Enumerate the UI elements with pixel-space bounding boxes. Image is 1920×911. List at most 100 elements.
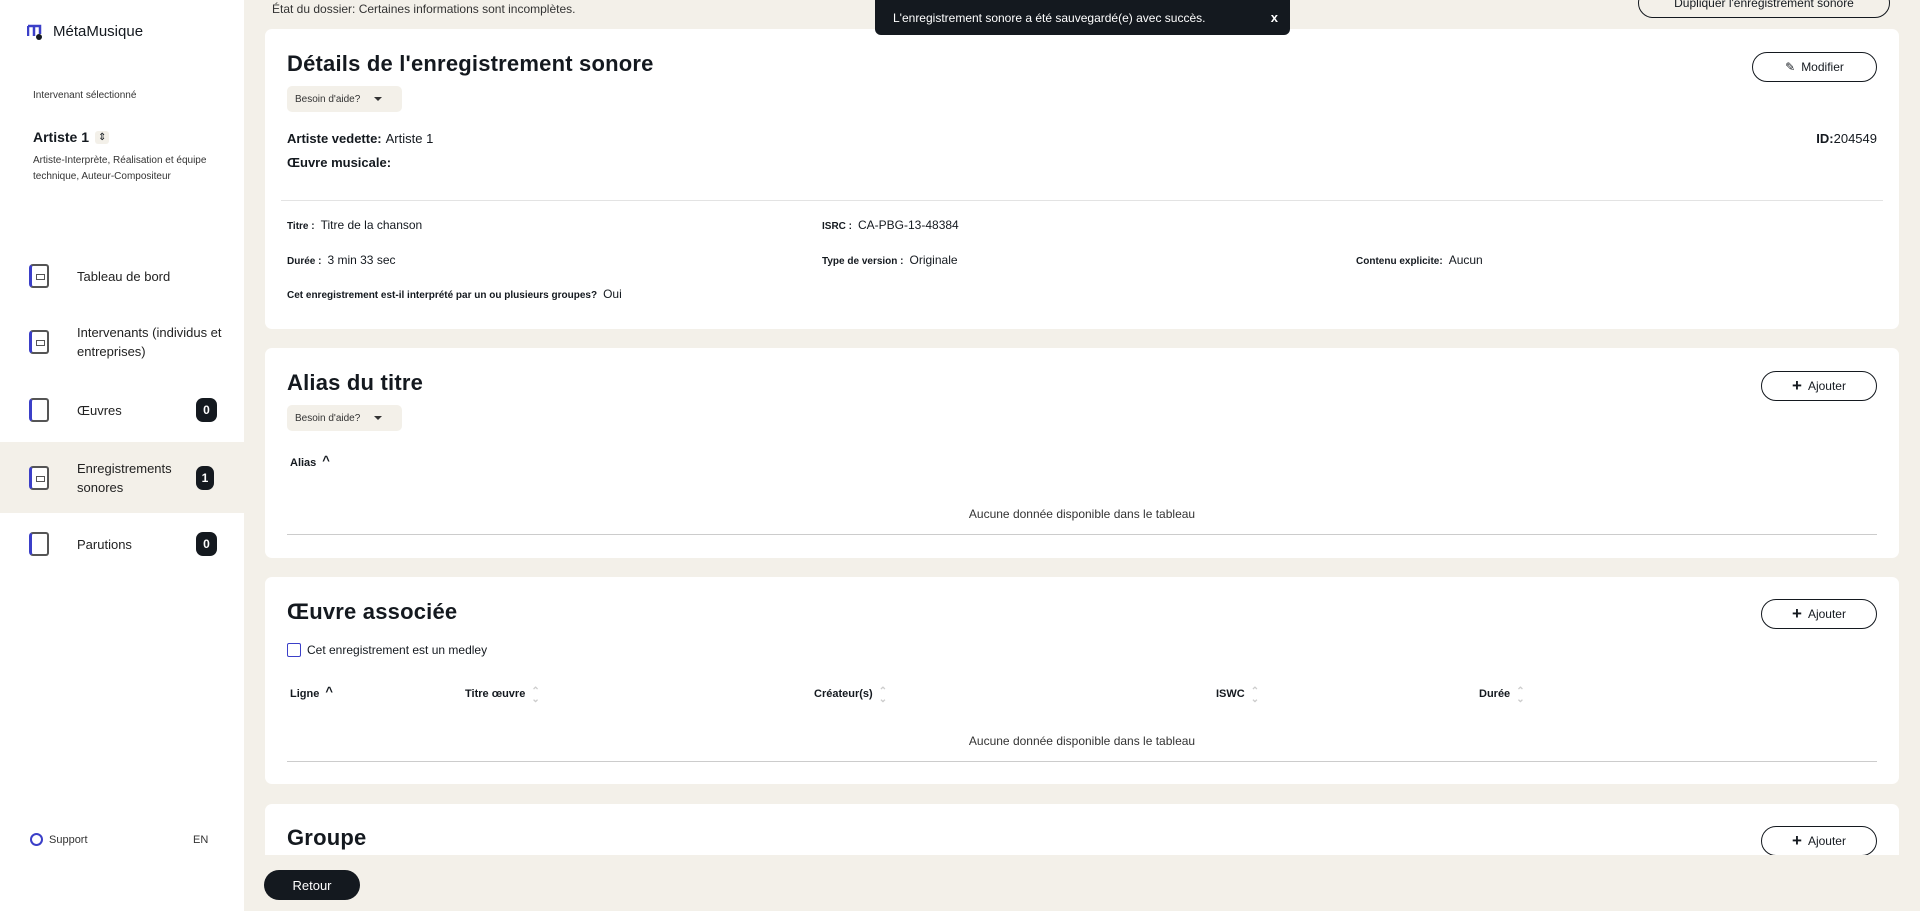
column-label: Alias [290,457,317,469]
duration-label: Durée : [287,256,322,267]
success-toast: L'enregistrement sonore a été sauvegardé… [875,0,1290,35]
explicit-label: Contenu explicite: [1356,256,1443,267]
contributor-switcher[interactable]: Artiste 1 ⇕ [33,129,110,145]
title-value: Titre de la chanson [320,218,423,232]
dashboard-icon [29,264,49,288]
group-card: Groupe + Ajouter [265,804,1899,855]
empty-table-message: Aucune donnée disponible dans le tableau [968,507,1196,521]
column-header-iswc[interactable]: ISWC ⌃ ⌄ [1216,686,1260,705]
featured-artist-label: Artiste vedette: [287,131,382,146]
selected-roles: Artiste-Interprète, Réalisation et équip… [33,155,207,182]
sidebar-item-label: Intervenants (individus et entreprises) [77,325,222,359]
releases-icon [29,532,49,556]
edit-label: Modifier [1801,60,1844,74]
close-icon[interactable]: x [1271,10,1278,25]
toast-message: L'enregistrement sonore a été sauvegardé… [893,10,1206,25]
alias-card: Alias du titre Besoin d'aide? + Ajouter A… [265,348,1899,558]
language-toggle[interactable]: EN [193,834,208,846]
medley-checkbox[interactable] [287,643,301,657]
edit-button[interactable]: ✎ Modifier [1752,52,1877,82]
sort-icon: ⌃ ⌄ [878,686,888,705]
support-link[interactable]: Support [30,833,88,846]
column-header-line[interactable]: Ligne ^ [290,684,333,700]
duplicate-button[interactable]: Dupliquer l'enregistrement sonore [1638,0,1890,18]
recordings-icon [29,465,49,490]
sidebar-item-dashboard[interactable]: Tableau de bord [0,262,244,290]
duration-value: 3 min 33 sec [327,253,396,267]
column-label: ISWC [1216,688,1245,700]
featured-artist-value: Artiste 1 [385,131,434,146]
caret-down-icon [374,97,383,101]
page-title: Détails de l'enregistrement sonore [287,51,654,76]
works-icon [29,398,49,422]
add-label: Ajouter [1807,379,1846,393]
count-badge: 0 [196,398,217,422]
plus-icon: + [1792,831,1802,850]
column-label: Créateur(s) [814,688,873,700]
group-question-label: Cet enregistrement est-il interprété par… [287,290,598,301]
back-button[interactable]: Retour [264,870,360,900]
title-label: Titre : [287,221,315,232]
plus-icon: + [1792,604,1802,623]
pencil-icon: ✎ [1785,60,1796,74]
column-header-creators[interactable]: Créateur(s) ⌃ ⌄ [814,686,888,705]
duplicate-label: Dupliquer l'enregistrement sonore [1674,0,1854,10]
sort-icon: ⌃ ⌄ [531,686,540,705]
column-label: Titre œuvre [465,688,526,700]
id-value: 204549 [1833,131,1877,146]
sidebar-item-label: Œuvres [77,402,122,418]
associated-work-title: Œuvre associée [287,599,458,624]
chevron-updown-icon: ⇕ [95,130,110,144]
sidebar-item-recordings[interactable]: Enregistrements sonores 1 [0,442,244,513]
details-card: Détails de l'enregistrement sonore Besoi… [265,29,1899,329]
column-label: Durée [1479,688,1511,700]
explicit-value: Aucun [1448,253,1483,267]
contributors-icon [29,330,49,354]
sort-asc-icon: ^ [322,453,330,468]
sidebar: MétaMusique Intervenant sélectionné Arti… [0,0,244,911]
logo-icon [26,22,45,40]
plus-icon: + [1792,376,1802,395]
version-value: Originale [909,253,958,267]
add-label: Ajouter [1807,834,1846,848]
isrc-label: ISRC : [822,221,852,232]
isrc-value: CA-PBG-13-48384 [858,218,959,232]
add-alias-button[interactable]: + Ajouter [1761,371,1877,401]
group-question-value: Oui [603,287,622,301]
group-title: Groupe [287,825,367,850]
sidebar-item-contributors[interactable]: Intervenants (individus et entreprises) [0,322,244,362]
help-label: Besoin d'aide? [295,93,361,105]
sort-icon: ⌃ ⌄ [1250,686,1260,705]
count-badge: 0 [196,532,217,556]
sidebar-item-label: Parutions [77,536,132,552]
column-label: Ligne [290,688,320,700]
app-name: MétaMusique [53,22,144,40]
alias-title: Alias du titre [287,370,424,395]
id-label: ID: [1816,131,1834,146]
selected-name: Artiste 1 [33,129,90,145]
column-header-alias[interactable]: Alias ^ [290,453,330,469]
column-header-duration[interactable]: Durée ⌃ ⌄ [1479,686,1525,705]
help-label: Besoin d'aide? [295,412,361,424]
add-work-button[interactable]: + Ajouter [1761,599,1877,629]
version-label: Type de version : [822,256,904,267]
medley-checkbox-row[interactable]: Cet enregistrement est un medley [287,643,487,657]
add-label: Ajouter [1807,607,1846,621]
sidebar-item-works[interactable]: Œuvres 0 [0,396,244,424]
help-dropdown[interactable]: Besoin d'aide? [287,86,402,112]
sidebar-item-label: Tableau de bord [77,268,171,284]
help-dropdown[interactable]: Besoin d'aide? [287,405,402,431]
column-header-work-title[interactable]: Titre œuvre ⌃ ⌄ [465,686,540,705]
sidebar-item-label: Enregistrements sonores [77,460,172,495]
selected-label: Intervenant sélectionné [33,90,137,101]
caret-down-icon [374,416,383,420]
medley-label: Cet enregistrement est un medley [307,643,488,657]
app-logo[interactable]: MétaMusique [26,22,144,40]
support-label: Support [49,833,88,846]
musical-work-label: Œuvre musicale: [287,155,392,170]
add-group-button[interactable]: + Ajouter [1761,826,1877,855]
lifebuoy-icon [30,833,43,846]
sort-icon: ⌃ ⌄ [1516,686,1525,705]
sidebar-item-releases[interactable]: Parutions 0 [0,530,244,558]
sort-asc-icon: ^ [325,684,333,699]
